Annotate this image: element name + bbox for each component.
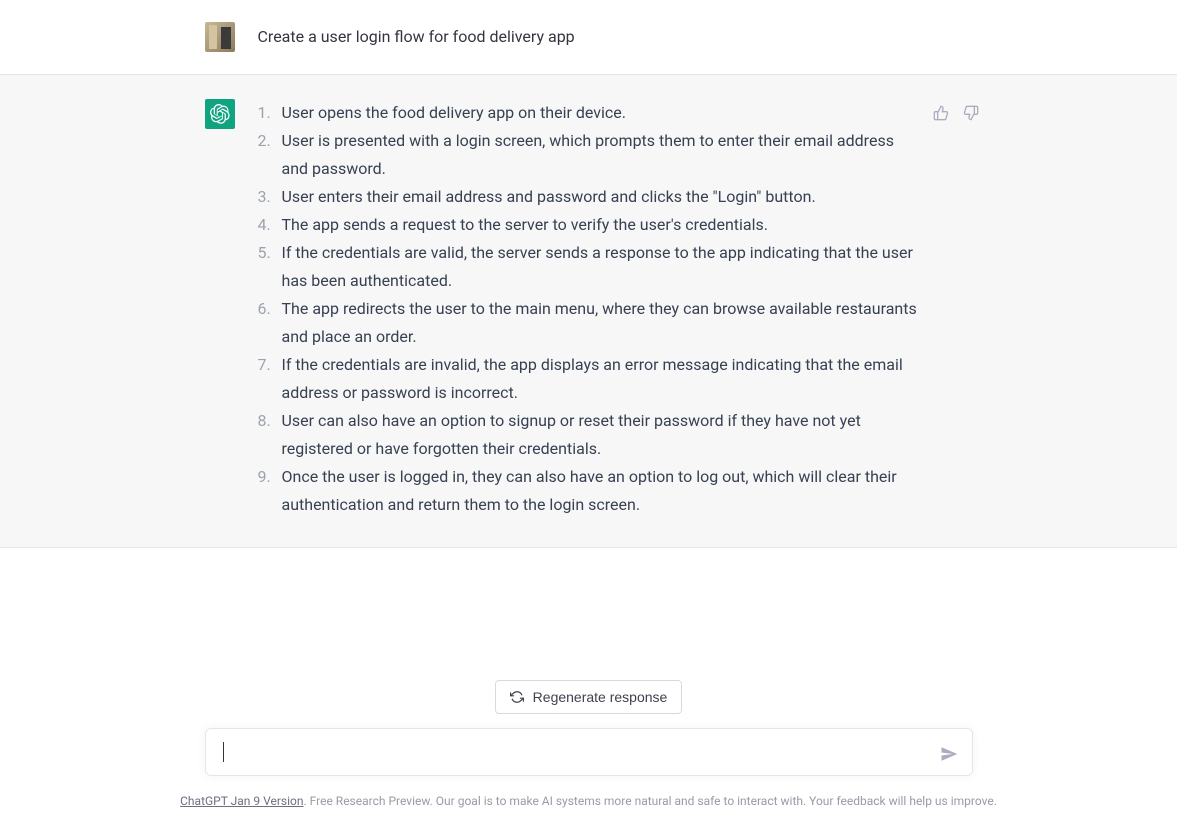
chat-input[interactable] [205, 728, 973, 776]
regenerate-label: Regenerate response [533, 689, 668, 705]
response-list: User opens the food delivery app on thei… [258, 99, 918, 519]
version-link[interactable]: ChatGPT Jan 9 Version [180, 794, 303, 808]
input-area: Regenerate response ChatGPT Jan 9 Versio… [0, 680, 1177, 820]
list-item: User can also have an option to signup o… [258, 407, 918, 463]
regenerate-icon [510, 690, 524, 704]
thumbs-up-icon [933, 105, 949, 121]
regenerate-button[interactable]: Regenerate response [495, 680, 683, 714]
list-item: Once the user is logged in, they can als… [258, 463, 918, 519]
user-avatar [205, 22, 235, 52]
assistant-avatar [205, 99, 235, 129]
list-item: If the credentials are invalid, the app … [258, 351, 918, 407]
assistant-message-row: User opens the food delivery app on thei… [0, 75, 1177, 548]
thumbs-down-icon [963, 105, 979, 121]
send-button[interactable] [937, 742, 961, 766]
assistant-response-content: User opens the food delivery app on thei… [258, 99, 973, 519]
user-message-text: Create a user login flow for food delive… [258, 22, 575, 49]
feedback-buttons [931, 103, 981, 123]
list-item: If the credentials are valid, the server… [258, 239, 918, 295]
thumbs-up-button[interactable] [931, 103, 951, 123]
input-cursor [223, 742, 224, 762]
user-message-row: Create a user login flow for food delive… [0, 0, 1177, 75]
list-item: The app redirects the user to the main m… [258, 295, 918, 351]
list-item: User opens the food delivery app on thei… [258, 99, 918, 127]
list-item: The app sends a request to the server to… [258, 211, 918, 239]
footer-disclaimer: ChatGPT Jan 9 Version. Free Research Pre… [0, 794, 1177, 808]
openai-logo-icon [210, 104, 230, 124]
send-icon [940, 745, 958, 763]
disclaimer-text: . Free Research Preview. Our goal is to … [304, 794, 997, 808]
list-item: User is presented with a login screen, w… [258, 127, 918, 183]
list-item: User enters their email address and pass… [258, 183, 918, 211]
thumbs-down-button[interactable] [961, 103, 981, 123]
